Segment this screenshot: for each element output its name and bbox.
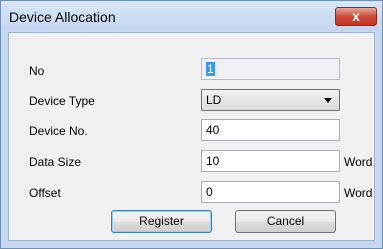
dialog-body: No 1 Device Type LD Device No. 40 Data S… [8,32,375,241]
window-title: Device Allocation [9,9,116,25]
device-type-value: LD [206,93,222,107]
offset-field[interactable]: 0 [201,181,340,203]
register-button[interactable]: Register [111,210,212,233]
data-size-unit: Word [344,155,373,169]
device-type-select[interactable]: LD [201,89,340,111]
device-type-label: Device Type [29,94,95,108]
cancel-button[interactable]: Cancel [235,210,336,233]
data-size-value: 10 [206,154,220,168]
close-button[interactable]: x [335,7,377,26]
device-allocation-dialog: Device Allocation x No 1 Device Type LD … [0,0,383,249]
device-no-field[interactable]: 40 [201,119,340,141]
device-no-value: 40 [206,123,220,137]
offset-value: 0 [206,185,213,199]
device-no-label: Device No. [29,124,88,138]
no-label: No [29,64,45,78]
data-size-field[interactable]: 10 [201,150,340,172]
no-field: 1 [201,58,340,80]
title-bar[interactable]: Device Allocation x [1,1,382,31]
offset-label: Offset [29,186,61,200]
data-size-label: Data Size [29,155,82,169]
close-icon: x [352,8,360,24]
no-value: 1 [206,62,215,76]
offset-unit: Word [344,186,373,200]
chevron-down-icon [324,98,332,103]
